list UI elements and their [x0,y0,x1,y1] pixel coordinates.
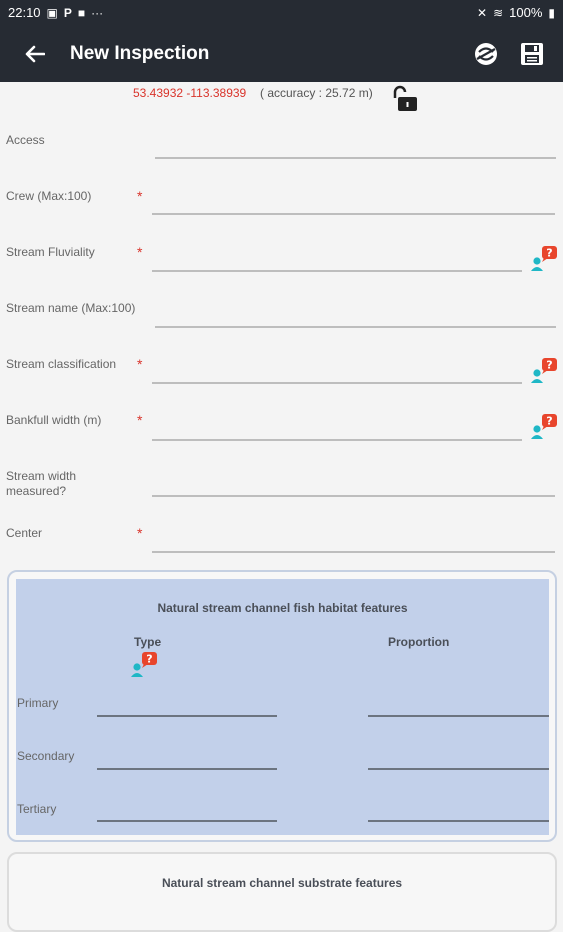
primary-proportion-input[interactable] [368,715,549,717]
classification-label: Stream classification [6,357,117,371]
fish-habitat-title: Natural stream channel fish habitat feat… [157,601,408,615]
proportion-column-header: Proportion [388,635,450,649]
arrow-left-icon [25,45,45,62]
width-measured-label-line-2: measured? [6,484,67,498]
app-toolbar: New Inspection [0,25,563,82]
type-column-header: Type [134,635,162,649]
secondary-row-label: Secondary [17,749,75,763]
primary-type-input[interactable] [97,715,277,717]
svg-text:?: ? [546,359,552,372]
svg-text:?: ? [146,653,152,666]
back-button[interactable] [0,25,70,82]
classification-field: Stream classification * ? [0,356,563,388]
access-input[interactable] [155,157,556,159]
center-field: Center * [0,525,563,555]
center-label: Center [6,526,43,540]
mute-icon: ✕ [477,5,488,20]
stream-name-field: Stream name (Max:100) [0,300,563,330]
width-measured-field: Stream width measured? [0,468,563,500]
bag-notification-icon: ■ [77,5,86,20]
wifi-icon: ≋ [493,5,504,20]
width-measured-label-line-1: Stream width [6,469,77,483]
required-marker: * [137,188,143,204]
tertiary-row-label: Tertiary [17,802,57,816]
sync-icon [475,42,497,65]
battery-icon: ▮ [548,5,555,20]
svg-text:?: ? [546,247,552,260]
gps-accuracy: ( accuracy : 25.72 m) [260,86,373,100]
floppy-disk-icon [521,42,543,65]
help-user-icon[interactable]: ? [530,357,558,383]
fish-habitat-panel-body: Natural stream channel fish habitat feat… [16,579,549,835]
stream-name-input[interactable] [155,326,556,328]
help-user-icon[interactable]: ? [530,413,558,439]
required-marker: * [137,412,143,428]
help-user-icon[interactable]: ? [130,651,158,677]
bankfull-label: Bankfull width (m) [6,413,102,427]
secondary-type-input[interactable] [97,768,277,770]
status-bar: 22:10 ▣ P ■ ··· ✕ ≋ 100% ▮ [0,0,563,25]
width-measured-input[interactable] [152,495,555,497]
required-marker: * [137,525,143,541]
crew-input[interactable] [152,213,555,215]
image-notification-icon: ▣ [46,5,58,20]
crew-label: Crew (Max:100) [6,189,92,203]
gps-coordinates: 53.43932 -113.38939 [133,86,247,100]
gps-location: 53.43932 -113.38939 ( accuracy : 25.72 m… [0,84,563,117]
substrate-title: Natural stream channel substrate feature… [161,876,403,890]
width-measured-label: Stream width measured? [6,469,76,499]
fluviality-field: Stream Fluviality * ? [0,244,563,276]
unlock-button[interactable] [390,84,420,117]
p-notification-icon: P [63,5,72,20]
svg-text:?: ? [546,415,552,428]
battery-level: 100% [509,5,543,20]
help-user-icon[interactable]: ? [530,245,558,271]
secondary-proportion-input[interactable] [368,768,549,770]
tertiary-proportion-input[interactable] [368,820,549,822]
center-input[interactable] [152,551,555,553]
fluviality-label: Stream Fluviality [6,245,95,259]
page-title: New Inspection [70,42,210,64]
more-notifications-icon: ··· [91,5,104,20]
access-label: Access [6,133,45,147]
primary-row-label: Primary [17,696,59,710]
fish-habitat-panel: Natural stream channel fish habitat feat… [7,570,557,842]
classification-input[interactable] [152,382,522,384]
save-button[interactable] [517,39,547,69]
unlocked-padlock-icon [393,85,417,111]
tertiary-type-input[interactable] [97,820,277,822]
bankfull-field: Bankfull width (m) * ? [0,412,563,444]
stream-name-label: Stream name (Max:100) [6,301,136,315]
status-time: 22:10 [8,5,41,20]
fluviality-input[interactable] [152,270,522,272]
substrate-panel: Natural stream channel substrate feature… [7,852,557,932]
access-field: Access [0,132,563,162]
crew-field: Crew (Max:100) * [0,188,563,218]
required-marker: * [137,244,143,260]
required-marker: * [137,356,143,372]
bankfull-input[interactable] [152,439,522,441]
sync-button[interactable] [471,39,501,69]
